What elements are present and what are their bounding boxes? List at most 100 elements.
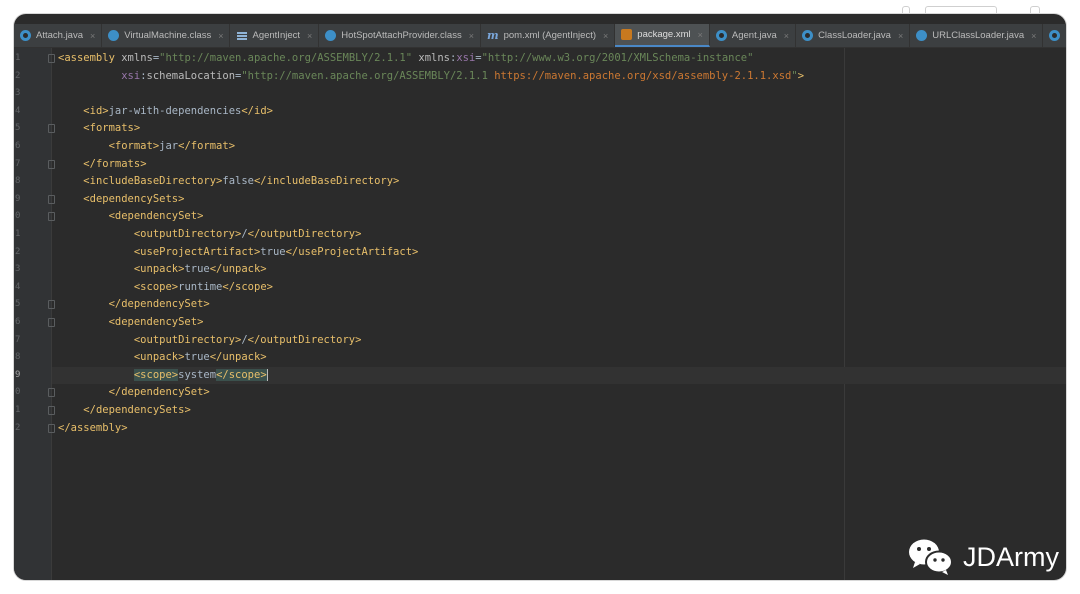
tab-attach-java[interactable]: Attach.java ×: [14, 24, 103, 47]
code-line[interactable]: 0 </dependencySet>: [15, 384, 1066, 402]
code-line[interactable]: 2 <useProjectArtifact>true</useProjectAr…: [15, 244, 1066, 262]
code-line[interactable]: 6 <dependencySet>: [15, 314, 1066, 332]
code-text: </dependencySets>: [83, 404, 191, 416]
fold-marker-icon[interactable]: [48, 318, 55, 327]
tab-close-icon[interactable]: ×: [307, 31, 312, 41]
tab-package-xml[interactable]: package.xml ×: [615, 24, 710, 47]
class-icon: [20, 30, 31, 41]
code-text: </dependencySet>: [108, 298, 210, 311]
line-number: 6: [15, 317, 21, 327]
code-line[interactable]: 1 <assembly xmlns="http://maven.apache.or…: [15, 50, 1066, 68]
code-line[interactable]: 2 </assembly>: [15, 420, 1066, 438]
code-text: <outputDirectory>/</outputDirectory>: [133, 228, 362, 240]
code-line[interactable]: 5 </dependencySet>: [15, 296, 1066, 314]
code-line[interactable]: 5 <formats>: [15, 120, 1066, 138]
class-icon: [715, 30, 727, 41]
tab-label: Attach.java: [36, 30, 83, 41]
tab-launc[interactable]: Launc: [1043, 24, 1066, 47]
fold-marker-icon[interactable]: [48, 423, 55, 433]
code-area[interactable]: 1 <assembly xmlns="http://maven.apache.or…: [15, 48, 1066, 580]
line-number: 8: [15, 176, 21, 187]
class-file-icon: [916, 30, 928, 41]
code-text: </dependencySet>: [108, 386, 210, 399]
code-line[interactable]: 6 <format>jar</format>: [15, 138, 1066, 156]
tab-label: pom.xml (AgentInject): [503, 30, 597, 41]
tab-close-icon[interactable]: ×: [784, 31, 789, 41]
wechat-icon: [907, 537, 955, 577]
tab-label: Agent.java: [731, 30, 777, 41]
line-number: 7: [15, 334, 21, 345]
line-number: 1: [15, 229, 21, 239]
class-icon: [802, 30, 814, 41]
line-number: 6: [15, 141, 21, 151]
tab-close-icon[interactable]: ×: [1031, 31, 1036, 41]
tab-agentinject[interactable]: AgentInject ×: [230, 24, 320, 47]
code-line[interactable]: 0 <dependencySet>: [15, 208, 1066, 226]
tab-pom-xml-agentinject[interactable]: m pom.xml (AgentInject) ×: [481, 24, 616, 47]
fold-marker-icon[interactable]: [48, 159, 55, 169]
code-line[interactable]: 8 <includeBaseDirectory>false</includeBa…: [15, 173, 1066, 191]
code-line[interactable]: 1 </dependencySets>: [15, 402, 1066, 420]
class-file-icon: [325, 30, 337, 41]
tab-classloader-java[interactable]: ClassLoader.java ×: [796, 24, 911, 47]
line-number: 4: [15, 105, 21, 116]
line-number: 3: [15, 88, 21, 99]
class-icon: [1049, 30, 1061, 41]
code-text: <format>jar</format>: [108, 140, 236, 152]
line-number: 1: [15, 405, 21, 415]
code-text: <includeBaseDirectory>false</includeBase…: [83, 175, 400, 188]
fold-marker-icon[interactable]: [48, 54, 55, 63]
code-line[interactable]: 9 <scope>system</scope>: [15, 366, 1066, 385]
line-number: 8: [15, 352, 21, 363]
code-line[interactable]: 9 <dependencySets>: [15, 191, 1066, 209]
tab-close-icon[interactable]: ×: [218, 31, 223, 41]
code-text: <unpack>true</unpack>: [133, 351, 267, 364]
tab-agent-java[interactable]: Agent.java ×: [710, 24, 797, 47]
fold-marker-icon[interactable]: [48, 388, 55, 398]
tab-close-icon[interactable]: ×: [898, 31, 903, 41]
fold-marker-icon[interactable]: [48, 406, 55, 415]
ide-window: Attach.java × VirtualMachine.class × AgentIn…: [14, 14, 1066, 580]
fold-marker-icon[interactable]: [48, 194, 55, 204]
code-text: </assembly>: [58, 421, 128, 434]
code-line[interactable]: 3: [15, 85, 1066, 103]
code-text: <formats>: [83, 122, 141, 135]
code-line[interactable]: 4 <id>jar-with-dependencies</id>: [15, 103, 1066, 121]
code-line[interactable]: 7 <outputDirectory>/</outputDirectory>: [15, 332, 1066, 350]
line-number: 9: [15, 369, 21, 380]
line-number: 5: [15, 123, 21, 134]
code-text: <assembly xmlns="http://maven.apache.org…: [58, 52, 754, 64]
code-text: <id>jar-with-dependencies</id>: [83, 104, 273, 117]
code-line[interactable]: 4 <scope>runtime</scope>: [15, 279, 1066, 297]
fold-marker-icon[interactable]: [48, 212, 55, 222]
tab-virtualmachine-class[interactable]: VirtualMachine.class ×: [102, 24, 231, 47]
code-text: </formats>: [83, 157, 147, 170]
code-line[interactable]: 8 <unpack>true</unpack>: [15, 349, 1066, 367]
code-text: <outputDirectory>/</outputDirectory>: [133, 333, 362, 346]
code-line[interactable]: 1 <outputDirectory>/</outputDirectory>: [15, 226, 1066, 244]
tab-close-icon[interactable]: ×: [698, 30, 703, 40]
code-editor[interactable]: 1 <assembly xmlns="http://maven.apache.or…: [14, 48, 1066, 580]
tab-label: VirtualMachine.class: [124, 30, 212, 41]
tab-hotspotattachprovider-class[interactable]: HotSpotAttachProvider.class ×: [319, 24, 481, 47]
code-line[interactable]: 2 xsi:schemaLocation="http://maven.apach…: [15, 68, 1066, 86]
code-text: <useProjectArtifact>true</useProjectArti…: [133, 245, 419, 258]
line-number: 7: [15, 158, 21, 169]
fold-marker-icon[interactable]: [48, 124, 55, 134]
maven-icon: m: [486, 29, 499, 42]
fold-marker-icon[interactable]: [48, 300, 55, 310]
line-number: 3: [15, 264, 21, 275]
tab-close-icon[interactable]: ×: [469, 31, 474, 41]
tab-label: ClassLoader.java: [818, 30, 891, 41]
code-text: <dependencySet>: [108, 316, 204, 328]
tab-urlclassloader-java[interactable]: URLClassLoader.java ×: [910, 24, 1044, 47]
line-number: 2: [15, 246, 21, 257]
tab-label: HotSpotAttachProvider.class: [341, 30, 462, 41]
code-line[interactable]: 3 <unpack>true</unpack>: [15, 261, 1066, 279]
tab-close-icon[interactable]: ×: [603, 31, 608, 41]
code-line[interactable]: 7 </formats>: [15, 156, 1066, 174]
tab-close-icon[interactable]: ×: [90, 31, 95, 41]
line-number: 9: [15, 193, 21, 204]
module-icon: [236, 30, 248, 41]
code-text: xsi:schemaLocation="http://maven.apache.…: [121, 69, 805, 82]
